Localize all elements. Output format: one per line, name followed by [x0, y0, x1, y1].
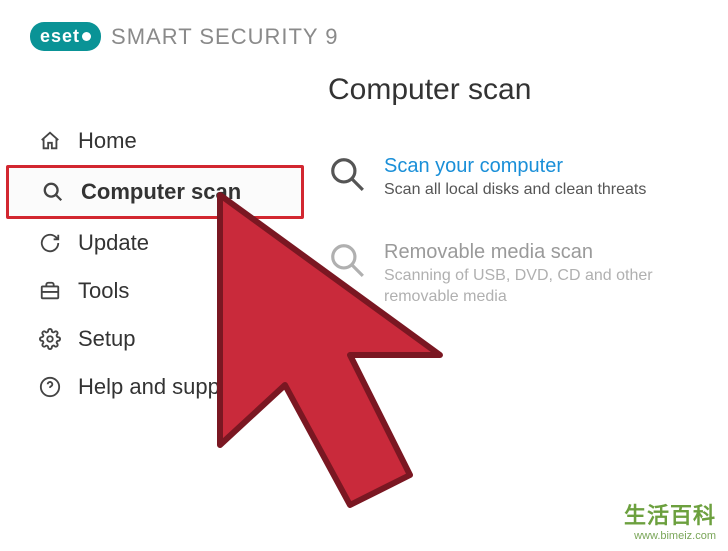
- magnifier-icon: [328, 155, 366, 201]
- sidebar-item-label: Computer scan: [81, 179, 241, 205]
- product-name: SMART SECURITY 9: [111, 24, 339, 50]
- gear-icon: [38, 328, 62, 350]
- scan-option-desc: Scan all local disks and clean threats: [384, 180, 646, 201]
- magnifier-icon: [328, 241, 366, 308]
- sidebar-item-label: Setup: [78, 326, 136, 352]
- help-icon: [38, 376, 62, 398]
- sidebar-item-label: Update: [78, 230, 149, 256]
- sidebar-item-home[interactable]: Home: [0, 117, 310, 165]
- page-title: Computer scan: [328, 73, 708, 107]
- sidebar-item-setup[interactable]: Setup: [0, 315, 310, 363]
- scan-option-desc: Scanning of USB, DVD, CD and other remov…: [384, 266, 708, 308]
- search-icon: [41, 181, 65, 203]
- scan-option-title: Removable media scan: [384, 241, 708, 264]
- scan-option-title: Scan your computer: [384, 155, 646, 178]
- sidebar-item-computer-scan[interactable]: Computer scan: [6, 165, 304, 219]
- sidebar-item-help[interactable]: Help and support: [0, 363, 310, 411]
- refresh-icon: [38, 232, 62, 254]
- scan-option-computer[interactable]: Scan your computer Scan all local disks …: [328, 155, 708, 201]
- header: eset SMART SECURITY 9: [0, 0, 728, 67]
- briefcase-icon: [38, 280, 62, 302]
- main-panel: Computer scan Scan your computer Scan al…: [310, 67, 728, 411]
- sidebar-item-tools[interactable]: Tools: [0, 267, 310, 315]
- sidebar-item-label: Help and support: [78, 374, 246, 400]
- sidebar-item-label: Home: [78, 128, 137, 154]
- sidebar-item-label: Tools: [78, 278, 129, 304]
- watermark-text: 生活百科: [624, 503, 716, 529]
- sidebar-item-update[interactable]: Update: [0, 219, 310, 267]
- scan-option-removable[interactable]: Removable media scan Scanning of USB, DV…: [328, 241, 708, 308]
- watermark: 生活百科 www.bimeiz.com: [624, 503, 716, 543]
- sidebar: Home Computer scan Update Tools Setup: [0, 67, 310, 411]
- home-icon: [38, 130, 62, 152]
- brand-logo: eset: [30, 22, 101, 51]
- watermark-url: www.bimeiz.com: [624, 530, 716, 543]
